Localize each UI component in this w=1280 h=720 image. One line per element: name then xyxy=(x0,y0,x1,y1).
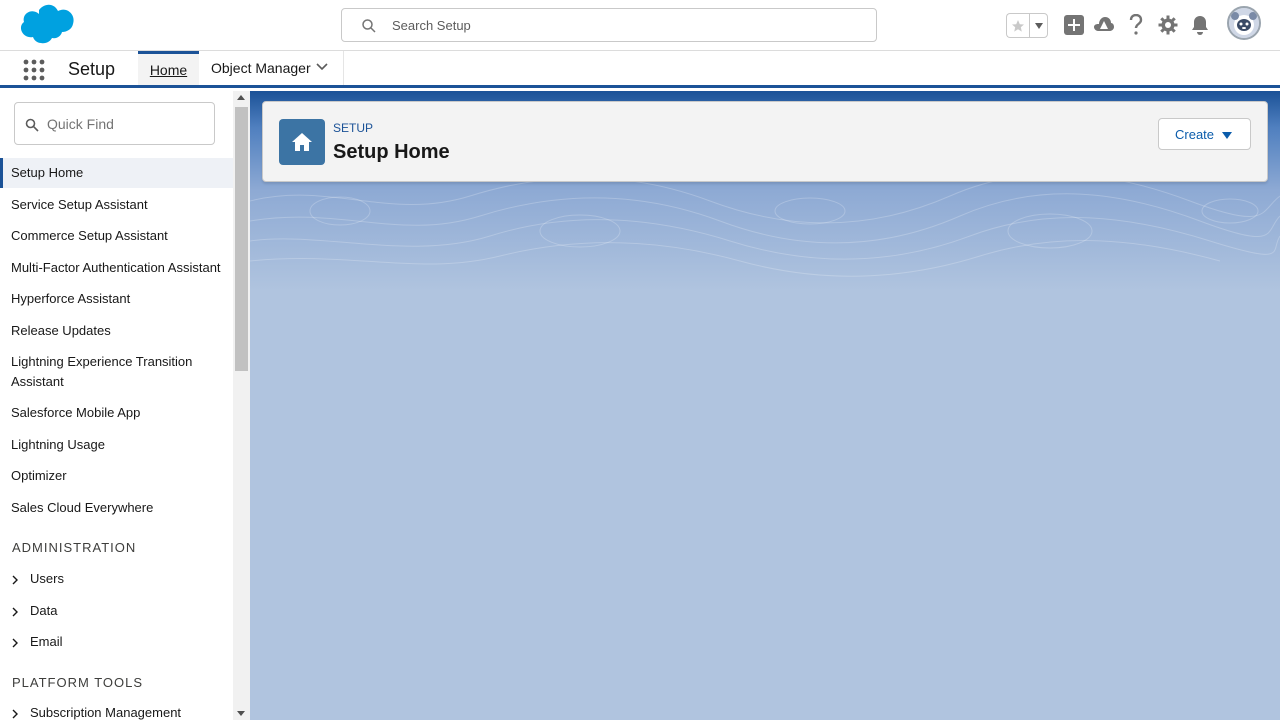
sidebar-item-mfa-assistant[interactable]: Multi-Factor Authentication Assistant xyxy=(0,258,233,278)
global-actions-button[interactable] xyxy=(1062,13,1086,37)
favorites-button[interactable] xyxy=(1006,13,1029,38)
tab-home-label: Home xyxy=(149,61,188,78)
add-icon xyxy=(1064,15,1084,35)
tree-item-label: Email xyxy=(30,634,63,649)
main-content: SETUP Setup Home Create xyxy=(250,91,1280,720)
home-icon xyxy=(279,119,325,165)
scroll-thumb[interactable] xyxy=(235,107,248,371)
search-input[interactable] xyxy=(392,9,862,41)
gear-icon xyxy=(1158,15,1178,35)
app-launcher-icon[interactable] xyxy=(22,58,46,82)
sidebar-scrollbar[interactable] xyxy=(233,91,250,720)
chevron-right-icon[interactable] xyxy=(11,607,19,617)
section-heading-platform-tools: PLATFORM TOOLS xyxy=(12,675,144,690)
favorites-group xyxy=(1006,13,1048,38)
sidebar-item-optimizer[interactable]: Optimizer xyxy=(0,466,233,486)
tree-item-label: Data xyxy=(30,603,58,618)
search-icon xyxy=(362,19,376,33)
favorites-list-button[interactable] xyxy=(1029,13,1048,38)
sidebar-item-hyperforce-assistant[interactable]: Hyperforce Assistant xyxy=(0,289,233,309)
search-icon xyxy=(25,118,39,132)
sidebar-item-sales-cloud-everywhere[interactable]: Sales Cloud Everywhere xyxy=(0,498,233,518)
chevron-down-icon xyxy=(1034,22,1043,29)
bell-icon xyxy=(1192,16,1208,35)
trailhead-button[interactable] xyxy=(1092,13,1116,37)
global-search[interactable] xyxy=(341,8,877,42)
global-header xyxy=(0,0,1280,51)
help-button[interactable] xyxy=(1124,13,1148,37)
chevron-down-icon[interactable] xyxy=(316,63,328,71)
tree-item-label: Users xyxy=(30,571,64,586)
chevron-right-icon[interactable] xyxy=(11,575,19,585)
tab-home[interactable]: Home xyxy=(138,51,199,85)
caret-down-icon xyxy=(1222,132,1232,139)
setup-sidebar: Setup Home Service Setup Assistant Comme… xyxy=(0,91,250,720)
notifications-button[interactable] xyxy=(1188,13,1212,37)
tab-object-manager[interactable]: Object Manager xyxy=(199,51,344,85)
sidebar-item-lightning-usage[interactable]: Lightning Usage xyxy=(0,435,233,455)
chevron-right-icon[interactable] xyxy=(11,638,19,648)
quick-find-input[interactable] xyxy=(47,103,207,144)
page-header: SETUP Setup Home Create xyxy=(262,101,1268,182)
trailhead-icon xyxy=(1094,17,1114,31)
sidebar-item-service-setup-assistant[interactable]: Service Setup Assistant xyxy=(0,195,233,215)
salesforce-logo[interactable] xyxy=(14,4,76,46)
help-icon xyxy=(1129,14,1143,35)
quick-find[interactable] xyxy=(14,102,215,145)
sidebar-item-salesforce-mobile-app[interactable]: Salesforce Mobile App xyxy=(0,403,233,423)
sidebar-item-setup-home[interactable]: Setup Home xyxy=(0,158,233,188)
tree-item-label: Subscription Management xyxy=(30,705,182,720)
sidebar-item-commerce-setup-assistant[interactable]: Commerce Setup Assistant xyxy=(0,226,233,246)
sidebar-item-release-updates[interactable]: Release Updates xyxy=(0,321,233,341)
star-icon xyxy=(1012,19,1024,32)
avatar[interactable] xyxy=(1227,6,1261,40)
app-name: Setup xyxy=(68,59,116,79)
setup-button[interactable] xyxy=(1156,13,1180,37)
chevron-right-icon[interactable] xyxy=(11,709,19,719)
section-heading-administration: ADMINISTRATION xyxy=(12,540,137,555)
sidebar-item-lightning-transition-assistant[interactable]: Lightning Experience Transition Assistan… xyxy=(0,352,215,392)
page-eyebrow: SETUP xyxy=(333,121,374,135)
context-bar: Setup Home Object Manager xyxy=(0,51,1280,88)
create-button[interactable]: Create xyxy=(1158,118,1251,150)
page-title: Setup Home xyxy=(333,141,450,163)
astro-avatar-icon xyxy=(1229,8,1259,38)
tab-object-manager-label: Object Manager xyxy=(211,60,311,76)
create-button-label: Create xyxy=(1175,126,1215,142)
scroll-down-arrow-icon[interactable] xyxy=(237,711,245,716)
scroll-up-arrow-icon[interactable] xyxy=(237,95,245,100)
